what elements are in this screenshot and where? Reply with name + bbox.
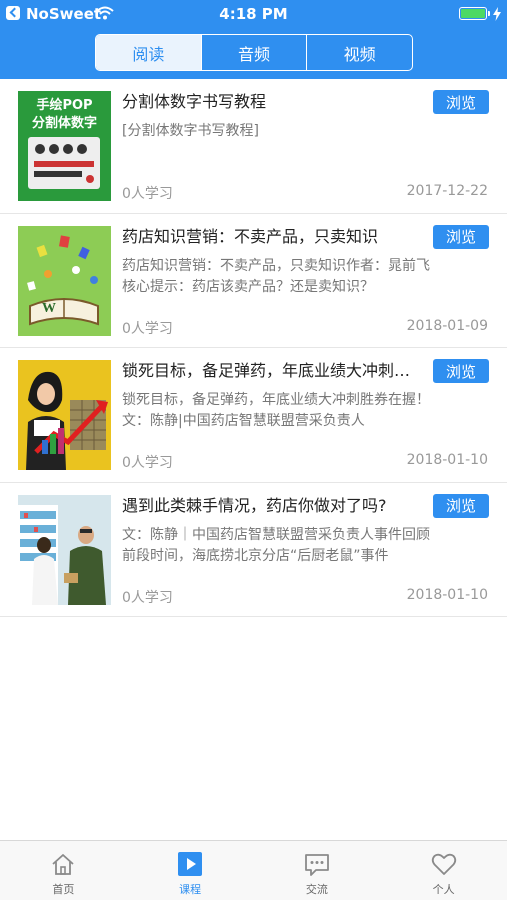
- tab-video[interactable]: 视频: [307, 35, 412, 70]
- chat-icon: [304, 854, 329, 876]
- learner-count: 0人学习: [122, 186, 173, 202]
- course-thumbnail: 手绘POP 分割体数字: [18, 91, 111, 201]
- tabbar-item-chat[interactable]: 交流: [254, 841, 381, 900]
- tabbar-item-home[interactable]: 首页: [0, 841, 127, 900]
- charging-icon: [493, 7, 501, 21]
- course-description: 锁死目标，备足弹药，年底业绩大冲刺胜券在握！文：陈静|中国药店智慧联盟营采负责人: [122, 392, 430, 429]
- bottom-tab-bar: 首页 课程 交流 个人: [0, 840, 507, 900]
- list-item[interactable]: 遇到此类棘手情况，药店你做对了吗? 文：陈静｜中国药店智慧联盟营采负责人事件回顾…: [0, 483, 507, 617]
- header: NoSweet 4:18 PM 阅读 音频 视频: [0, 0, 507, 79]
- course-description: 药店知识营销：不卖产品，只卖知识作者：晁前飞核心提示：药店该卖产品？还是卖知识？: [122, 257, 430, 295]
- tabbar-label: 交流: [305, 883, 328, 896]
- course-thumbnail: W: [18, 225, 111, 336]
- battery-tip: [488, 11, 490, 16]
- course-title: 锁死目标，备足弹药，年底业绩大冲刺胜券在握！: [122, 361, 422, 380]
- learner-count: 0人学习: [122, 455, 173, 471]
- browse-button[interactable]: 浏览: [433, 493, 489, 518]
- play-icon: [178, 852, 203, 876]
- thumbnail-art: [18, 360, 111, 470]
- browse-button[interactable]: 浏览: [433, 224, 489, 249]
- thumbnail-art: W: [18, 225, 111, 336]
- tabbar-item-profile[interactable]: 个人: [380, 841, 507, 900]
- course-thumbnail: [18, 360, 111, 470]
- course-title: 遇到此类棘手情况，药店你做对了吗?: [122, 495, 387, 515]
- status-bar: NoSweet 4:18 PM: [0, 0, 507, 28]
- browse-button[interactable]: 浏览: [433, 359, 489, 383]
- home-icon: [52, 854, 74, 875]
- course-date: 2018-01-10: [406, 452, 488, 468]
- heart-icon: [431, 853, 456, 875]
- learner-count: 0人学习: [122, 589, 173, 606]
- list-item[interactable]: 手绘POP 分割体数字 分割体数字书写教程 [分割体数字书写教程] 0人学习 2…: [0, 79, 507, 214]
- content-type-segmented-control: 阅读 音频 视频: [95, 34, 413, 71]
- tab-audio[interactable]: 音频: [202, 35, 308, 70]
- course-thumbnail: [18, 494, 111, 605]
- tabbar-label: 课程: [179, 883, 202, 896]
- status-time: 4:18 PM: [219, 5, 288, 23]
- browse-button[interactable]: 浏览: [433, 90, 489, 114]
- list-item[interactable]: 锁死目标，备足弹药，年底业绩大冲刺胜券在握！ 锁死目标，备足弹药，年底业绩大冲刺…: [0, 348, 507, 483]
- thumbnail-art: [18, 494, 111, 605]
- course-description: 文：陈静｜中国药店智慧联盟营采负责人事件回顾前段时间，海底捞北京分店“后厨老鼠”…: [122, 526, 430, 564]
- course-date: 2018-01-09: [406, 317, 488, 334]
- course-list: 手绘POP 分割体数字 分割体数字书写教程 [分割体数字书写教程] 0人学习 2…: [0, 79, 507, 617]
- tab-reading[interactable]: 阅读: [96, 35, 202, 70]
- list-item[interactable]: W 药店知识营销：不卖产品，只卖知识 药店知识营销：不卖产品，只卖知识作者：晁前…: [0, 214, 507, 348]
- course-date: 2018-01-10: [406, 586, 488, 603]
- tabbar-label: 首页: [52, 883, 75, 896]
- thumbnail-art: [28, 137, 100, 189]
- svg-text:W: W: [42, 301, 56, 316]
- course-title: 分割体数字书写教程: [122, 92, 267, 111]
- tabbar-label: 个人: [432, 883, 455, 896]
- course-title: 药店知识营销：不卖产品，只卖知识: [122, 226, 379, 246]
- battery-icon: [459, 7, 487, 20]
- tabbar-item-courses[interactable]: 课程: [127, 841, 254, 900]
- learner-count: 0人学习: [122, 320, 173, 337]
- course-description: [分割体数字书写教程]: [122, 123, 259, 139]
- course-date: 2017-12-22: [406, 183, 488, 199]
